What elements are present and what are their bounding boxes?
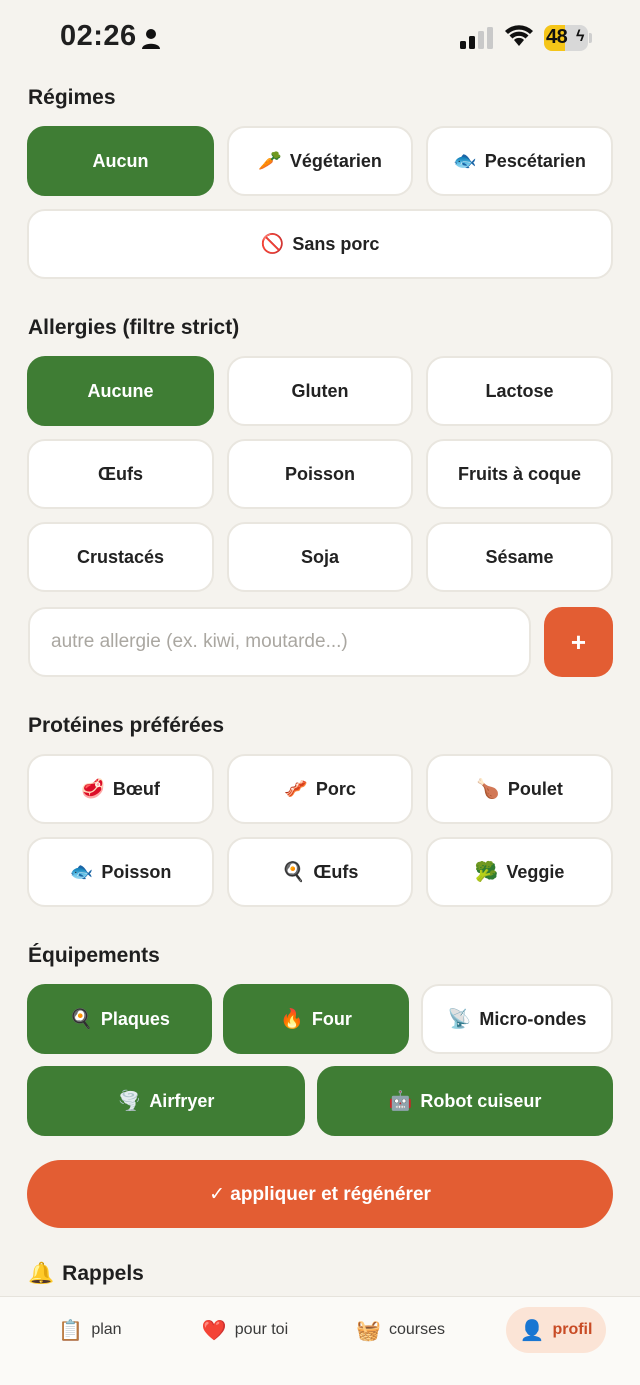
fish-icon: 🐟 — [69, 862, 94, 883]
chip-protein-oeufs[interactable]: 🍳 Œufs — [227, 837, 413, 907]
chip-label: Crustacés — [76, 546, 165, 567]
bottom-tab-bar: 📋 plan ❤️ pour toi 🧺 courses 👤 profil — [0, 1296, 640, 1385]
tab-label: courses — [388, 1321, 445, 1338]
chip-allergy-poisson[interactable]: Poisson — [227, 439, 413, 509]
chip-allergy-soja[interactable]: Soja — [227, 522, 413, 592]
broccoli-icon: 🥦 — [474, 862, 499, 883]
chip-label: Végétarien — [289, 150, 382, 171]
chip-label: Sans porc — [292, 233, 380, 254]
plus-icon: + — [570, 626, 587, 657]
status-time: 02:26 — [60, 20, 137, 52]
chip-protein-veggie[interactable]: 🥦 Veggie — [426, 837, 613, 907]
chip-label: Plaques — [100, 1008, 170, 1029]
battery-indicator: 48 ϟ — [544, 25, 592, 51]
chip-label: Porc — [315, 778, 356, 799]
tab-plan[interactable]: 📋 plan — [40, 1307, 140, 1353]
apply-regenerate-button[interactable]: ✓ appliquer et régénérer — [27, 1160, 613, 1228]
chip-label: Poisson — [284, 463, 355, 484]
chip-regime-pescetarien[interactable]: 🐟 Pescétarien — [426, 126, 613, 196]
add-allergy-button[interactable]: + — [544, 607, 613, 677]
clipboard-icon: 📋 — [58, 1319, 84, 1342]
chip-regime-sans-porc[interactable]: 🚫 Sans porc — [27, 209, 613, 279]
other-allergy-input[interactable]: autre allergie (ex. kiwi, moutarde...) — [28, 607, 531, 677]
chip-label: Lactose — [485, 380, 554, 401]
chip-label: Gluten — [291, 380, 349, 401]
chip-label: Aucun — [92, 150, 149, 171]
tab-profil[interactable]: 👤 profil — [506, 1307, 606, 1353]
chip-allergy-fruits-a-coque[interactable]: Fruits à coque — [426, 439, 613, 509]
basket-icon: 🧺 — [356, 1319, 381, 1342]
tab-pour-toi[interactable]: ❤️ pour toi — [185, 1307, 305, 1353]
chip-label: Œufs — [313, 861, 359, 882]
chip-allergy-lactose[interactable]: Lactose — [426, 356, 613, 426]
tab-label: plan — [91, 1321, 122, 1338]
tab-label: profil — [552, 1321, 593, 1338]
tornado-icon: 🌪️ — [117, 1091, 142, 1112]
tab-label: pour toi — [234, 1321, 289, 1338]
fire-icon: 🔥 — [280, 1009, 304, 1030]
input-placeholder: autre allergie (ex. kiwi, moutarde...) — [51, 631, 348, 652]
section-title-rappels: 🔔 Rappels — [28, 1262, 144, 1286]
chip-label: Soja — [300, 546, 339, 567]
chip-label: Poisson — [101, 861, 172, 882]
status-bar: 02:26 48 ϟ — [0, 0, 640, 76]
chip-protein-poisson[interactable]: 🐟 Poisson — [27, 837, 214, 907]
chip-label: Micro-ondes — [479, 1008, 587, 1029]
heart-icon: ❤️ — [201, 1319, 227, 1342]
frying-pan-icon: 🍳 — [69, 1009, 93, 1030]
chip-label: Aucune — [87, 380, 154, 401]
chip-label: Fruits à coque — [457, 463, 582, 484]
section-title-equipements: Équipements — [28, 944, 160, 967]
carrot-icon: 🥕 — [258, 151, 282, 172]
wifi-icon — [505, 25, 533, 46]
robot-icon: 🤖 — [388, 1091, 413, 1112]
chip-regime-vegetarien[interactable]: 🥕 Végétarien — [227, 126, 413, 196]
chip-label: Sésame — [485, 546, 554, 567]
chip-protein-poulet[interactable]: 🍗 Poulet — [426, 754, 613, 824]
rappels-label: Rappels — [62, 1262, 144, 1285]
bell-icon: 🔔 — [28, 1262, 55, 1285]
chip-equipment-robot-cuiseur[interactable]: 🤖 Robot cuiseur — [317, 1066, 613, 1136]
chip-label: Œufs — [98, 463, 143, 484]
chip-equipment-four[interactable]: 🔥 Four — [223, 984, 409, 1054]
chip-allergy-gluten[interactable]: Gluten — [227, 356, 413, 426]
chip-allergy-crustaces[interactable]: Crustacés — [27, 522, 214, 592]
cellular-signal-icon — [460, 27, 493, 49]
chip-regime-aucun[interactable]: Aucun — [27, 126, 214, 196]
chip-label: Four — [311, 1008, 352, 1029]
chip-allergy-sesame[interactable]: Sésame — [426, 522, 613, 592]
prohibited-icon: 🚫 — [260, 234, 285, 255]
section-title-allergies: Allergies (filtre strict) — [28, 316, 240, 339]
drumstick-icon: 🍗 — [476, 779, 500, 800]
fish-icon: 🐟 — [453, 151, 477, 172]
chip-label: Veggie — [506, 861, 565, 882]
satellite-dish-icon: 📡 — [447, 1009, 472, 1030]
chip-equipment-plaques[interactable]: 🍳 Plaques — [27, 984, 212, 1054]
person-icon — [142, 29, 160, 49]
section-title-proteines: Protéines préférées — [28, 714, 225, 737]
battery-percent: 48 — [546, 26, 568, 48]
frying-pan-egg-icon: 🍳 — [281, 862, 306, 883]
chip-allergy-aucune[interactable]: Aucune — [27, 356, 214, 426]
chip-label: Robot cuiseur — [420, 1090, 542, 1111]
chip-label: Bœuf — [112, 778, 160, 799]
chip-equipment-micro-ondes[interactable]: 📡 Micro-ondes — [421, 984, 613, 1054]
section-title-regimes: Régimes — [28, 86, 116, 109]
user-icon: 👤 — [519, 1319, 545, 1342]
chip-allergy-oeufs[interactable]: Œufs — [27, 439, 214, 509]
chip-protein-boeuf[interactable]: 🥩 Bœuf — [27, 754, 214, 824]
meat-icon: 🥩 — [81, 779, 105, 800]
bacon-icon: 🥓 — [284, 779, 308, 800]
apply-label: ✓ appliquer et régénérer — [209, 1183, 431, 1205]
chip-equipment-airfryer[interactable]: 🌪️ Airfryer — [27, 1066, 305, 1136]
chip-protein-porc[interactable]: 🥓 Porc — [227, 754, 413, 824]
tab-courses[interactable]: 🧺 courses — [343, 1307, 458, 1353]
charging-bolt-icon: ϟ — [576, 28, 585, 45]
chip-label: Poulet — [507, 778, 563, 799]
chip-label: Pescétarien — [484, 150, 586, 171]
chip-label: Airfryer — [149, 1090, 215, 1111]
